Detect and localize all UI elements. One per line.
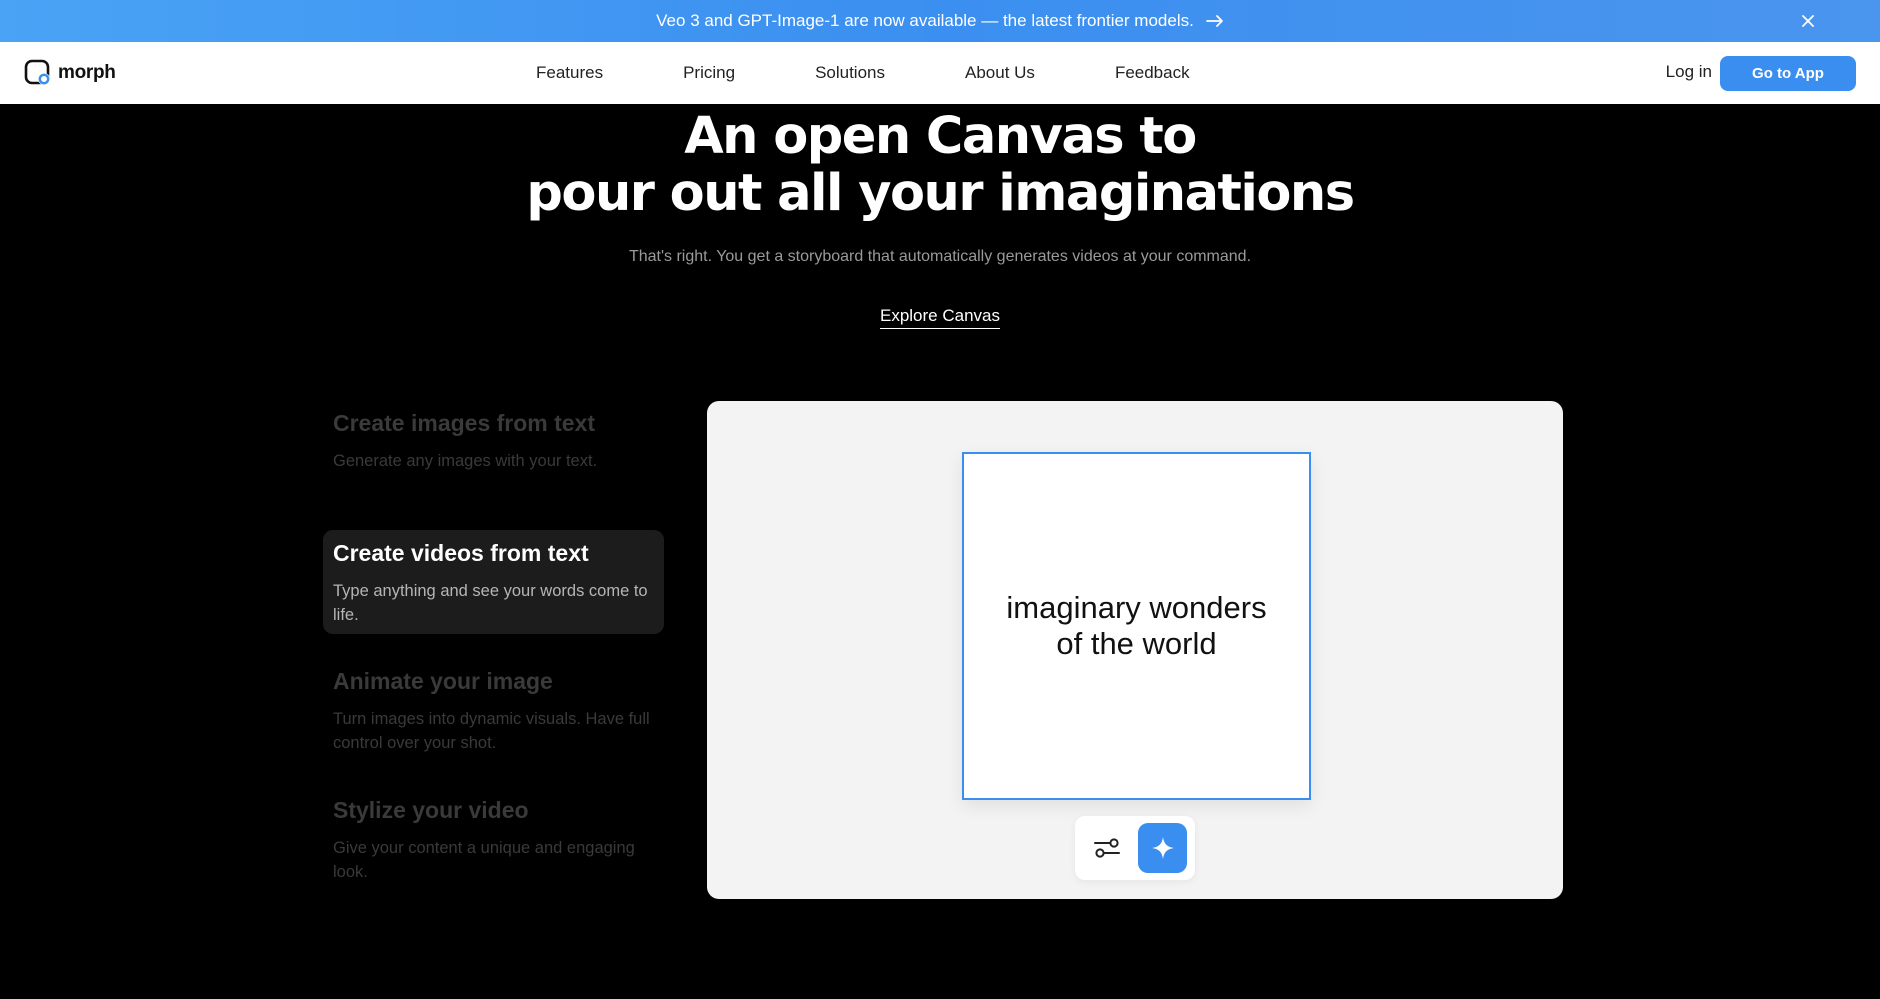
card-toolbar — [1075, 816, 1195, 880]
feature-create-images[interactable]: Create images from text Generate any ima… — [323, 400, 664, 483]
nav-feedback[interactable]: Feedback — [1115, 63, 1190, 83]
announcement-banner: Veo 3 and GPT-Image-1 are now available … — [0, 0, 1880, 42]
hero-subtitle: That's right. You get a storyboard that … — [628, 248, 1252, 265]
logo-text: morph — [58, 62, 116, 83]
feature-desc: Turn images into dynamic visuals. Have f… — [333, 710, 650, 752]
prompt-text: imaginary wonders of the world — [1006, 590, 1266, 662]
feature-stylize-video[interactable]: Stylize your video Give your content a u… — [323, 787, 664, 894]
sliders-icon — [1094, 838, 1120, 858]
settings-button[interactable] — [1087, 828, 1127, 868]
hero-title-line2: pour out all your imaginations — [526, 164, 1355, 223]
feature-desc: Give your content a unique and engaging … — [333, 839, 635, 881]
prompt-text-line1: imaginary wonders — [1006, 590, 1267, 625]
canvas-demo-panel: imaginary wonders of the world — [707, 401, 1563, 899]
nav-solutions[interactable]: Solutions — [815, 63, 885, 83]
generate-button[interactable] — [1138, 823, 1187, 873]
logo[interactable]: morph — [24, 59, 116, 87]
hero-title-line1: An open Canvas to — [684, 107, 1197, 166]
close-icon — [1802, 15, 1814, 27]
feature-create-videos[interactable]: Create videos from text Type anything an… — [323, 530, 664, 634]
sparkle-icon — [1151, 837, 1174, 859]
feature-title: Create videos from text — [333, 540, 589, 566]
close-banner-button[interactable] — [1798, 11, 1818, 31]
hero-section: An open Canvas to pour out all your imag… — [0, 104, 1880, 329]
feature-desc: Type anything and see your words come to… — [333, 582, 648, 624]
hero-title: An open Canvas to pour out all your imag… — [0, 108, 1880, 222]
announcement-link[interactable]: Veo 3 and GPT-Image-1 are now available … — [656, 11, 1224, 31]
login-link[interactable]: Log in — [1666, 62, 1712, 82]
morph-logo-icon — [24, 59, 50, 85]
nav-links: Features Pricing Solutions About Us Feed… — [536, 42, 1190, 104]
prompt-card[interactable]: imaginary wonders of the world — [962, 452, 1311, 800]
prompt-text-line2: of the world — [1056, 626, 1217, 661]
announcement-text: Veo 3 and GPT-Image-1 are now available … — [656, 11, 1194, 30]
nav-pricing[interactable]: Pricing — [683, 63, 735, 83]
arrow-right-icon — [1205, 15, 1223, 27]
feature-title: Animate your image — [333, 668, 553, 694]
feature-animate-image[interactable]: Animate your image Turn images into dyna… — [323, 658, 664, 765]
nav-features[interactable]: Features — [536, 63, 603, 83]
nav-about-us[interactable]: About Us — [965, 63, 1035, 83]
feature-desc: Generate any images with your text. — [333, 452, 598, 470]
explore-canvas-link[interactable]: Explore Canvas — [879, 306, 1000, 329]
feature-title: Stylize your video — [333, 797, 529, 823]
feature-title: Create images from text — [333, 410, 596, 436]
top-nav: morph Features Pricing Solutions About U… — [0, 42, 1880, 104]
go-to-app-button[interactable]: Go to App — [1720, 56, 1856, 91]
